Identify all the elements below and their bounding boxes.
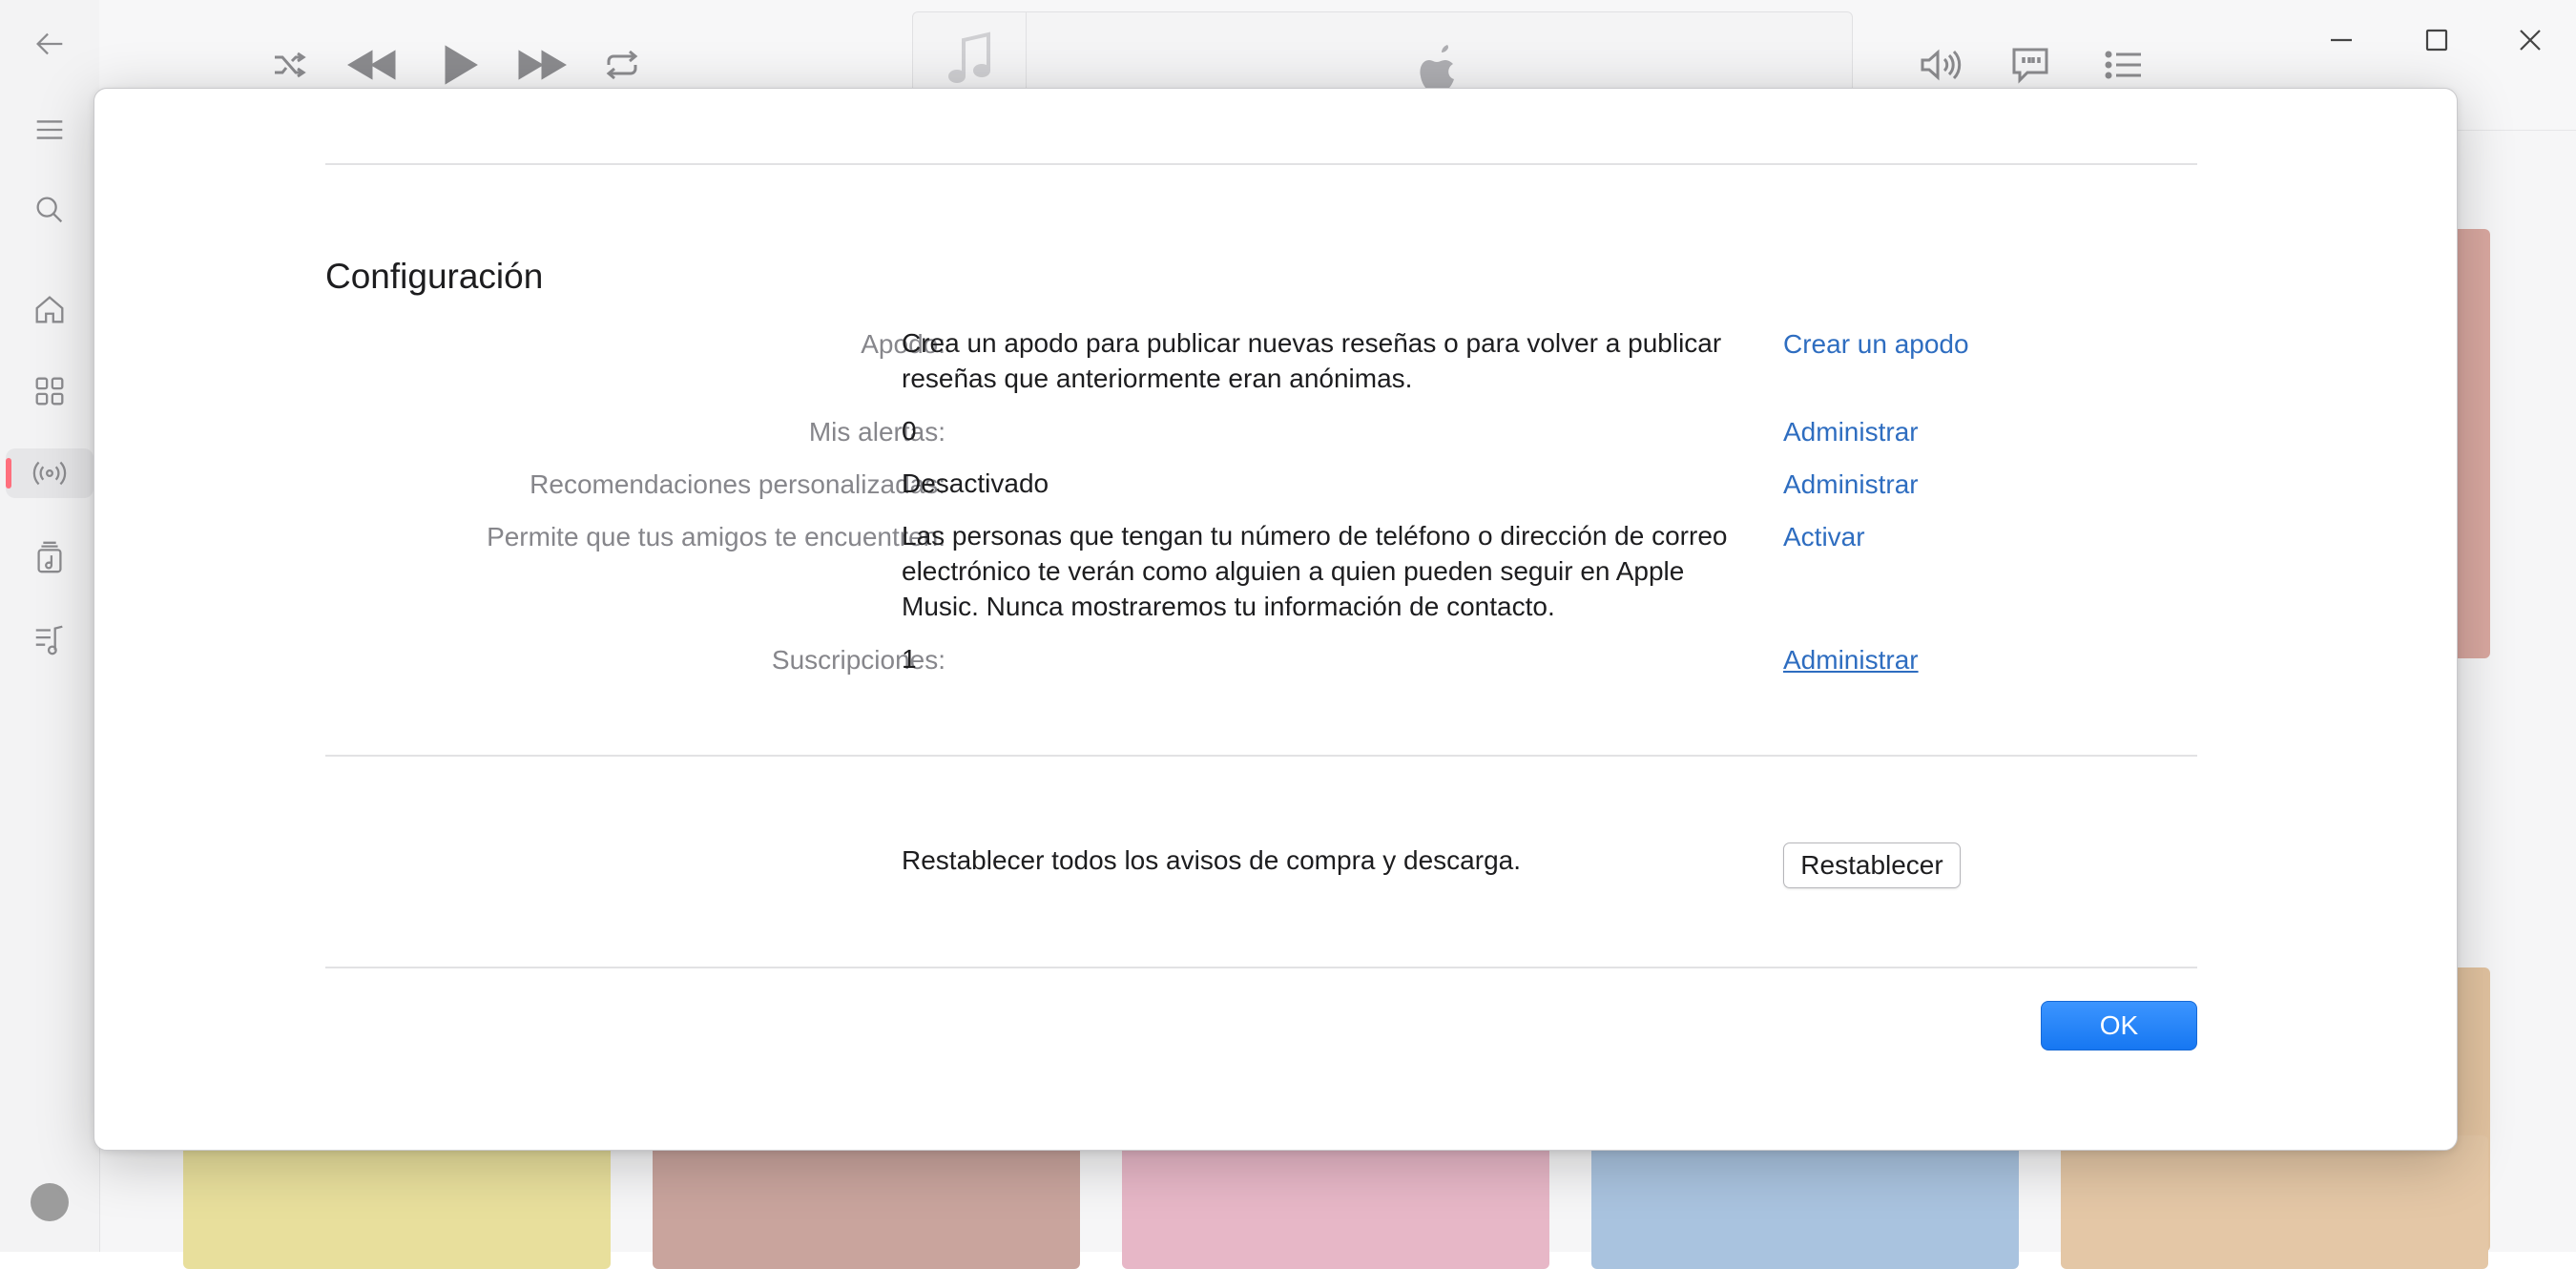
- repeat-icon[interactable]: [597, 44, 647, 86]
- my-alerts-value: 0: [902, 416, 917, 446]
- home-icon[interactable]: [25, 284, 74, 334]
- lyrics-icon[interactable]: [2002, 42, 2059, 88]
- personalized-recommendations-value: Desactivado: [902, 468, 1049, 498]
- sidebar-active-indicator: [6, 458, 11, 489]
- find-friends-description: Las personas que tengan tu número de tel…: [902, 521, 1728, 621]
- nickname-description: Crea un apodo para publicar nuevas reseñ…: [902, 328, 1722, 393]
- queue-list-icon[interactable]: [2095, 42, 2152, 88]
- section-title: Configuración: [325, 257, 544, 296]
- menu-icon[interactable]: [25, 105, 74, 155]
- browse-icon[interactable]: [25, 366, 74, 416]
- playlist-icon[interactable]: [25, 614, 74, 664]
- activate-find-friends-link[interactable]: Activar: [1783, 522, 1865, 552]
- reset-button[interactable]: Restablecer: [1783, 843, 1961, 888]
- back-arrow-icon[interactable]: [25, 19, 74, 69]
- minimize-icon[interactable]: [2313, 17, 2370, 63]
- fast-forward-icon[interactable]: [509, 42, 574, 88]
- background-tile: [2061, 1135, 2488, 1269]
- create-nickname-link[interactable]: Crear un apodo: [1783, 329, 1969, 360]
- search-icon[interactable]: [25, 185, 74, 235]
- reset-warnings-text: Restablecer todos los avisos de compra y…: [902, 845, 1521, 875]
- play-icon[interactable]: [431, 40, 488, 90]
- maximize-icon[interactable]: [2408, 17, 2465, 63]
- avatar[interactable]: [31, 1183, 69, 1221]
- background-tile: [653, 1135, 1080, 1269]
- account-settings-dialog: Configuración Apodo: Crea un apodo para …: [93, 88, 2458, 1151]
- ok-button[interactable]: OK: [2041, 1001, 2197, 1051]
- background-tile: [183, 1135, 611, 1269]
- divider: [325, 163, 2197, 165]
- music-note-icon: [948, 31, 990, 83]
- background-tile: [1591, 1135, 2019, 1269]
- manage-recommendations-link[interactable]: Administrar: [1783, 469, 1919, 500]
- manage-alerts-link[interactable]: Administrar: [1783, 417, 1919, 447]
- subscriptions-value: 1: [902, 644, 917, 674]
- background-tile: [1122, 1135, 1549, 1269]
- find-friends-label: Permite que tus amigos te encuentren:: [487, 522, 945, 551]
- manage-subscriptions-link[interactable]: Administrar: [1783, 645, 1919, 676]
- shuffle-icon[interactable]: [265, 44, 315, 86]
- divider: [325, 755, 2197, 757]
- rewind-icon[interactable]: [340, 42, 405, 88]
- sidebar: [0, 0, 100, 1252]
- volume-icon[interactable]: [1912, 42, 1969, 88]
- close-icon[interactable]: [2502, 17, 2559, 63]
- library-icon[interactable]: [25, 532, 74, 582]
- personalized-recommendations-label: Recomendaciones personalizadas:: [530, 469, 945, 499]
- radio-icon[interactable]: [25, 448, 74, 498]
- divider: [325, 967, 2197, 968]
